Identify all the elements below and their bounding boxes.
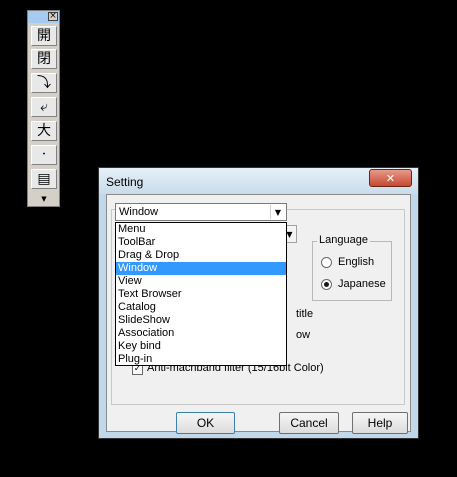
list-item-selected[interactable]: Window (116, 262, 286, 275)
setting-dialog: Setting ✕ Window ▼ ▼ Menu ToolBar Drag &… (98, 167, 419, 439)
language-legend: Language (317, 234, 370, 246)
enlarge-icon[interactable]: 大 (31, 121, 57, 141)
list-item[interactable]: ToolBar (116, 236, 286, 249)
list-item[interactable]: Text Browser (116, 288, 286, 301)
list-item[interactable]: Menu (116, 223, 286, 236)
category-dropdown-list: Menu ToolBar Drag & Drop Window View Tex… (115, 222, 287, 366)
radio-japanese[interactable]: Japanese (321, 278, 386, 290)
chevron-down-icon[interactable]: ▼ (270, 205, 285, 219)
option-title-text: title (296, 308, 314, 320)
small-icon[interactable]: ・ (31, 145, 57, 165)
radio-english-label: English (338, 256, 375, 268)
combo-value: Window (119, 206, 159, 218)
list-item[interactable]: Catalog (116, 301, 286, 314)
undo-icon[interactable]: ⤶ (31, 97, 57, 117)
list-item[interactable]: Key bind (116, 340, 286, 353)
list-item[interactable]: SlideShow (116, 314, 286, 327)
radio-checked-icon[interactable] (321, 278, 332, 290)
dialog-titlebar[interactable]: Setting ✕ (99, 168, 418, 194)
toolbar-more-icon[interactable]: ▼ (31, 193, 57, 204)
close-icon[interactable]: ✕ (369, 169, 412, 187)
list-item[interactable]: Association (116, 327, 286, 340)
language-group: Language English Japanese (312, 234, 392, 301)
document-icon[interactable]: ▤ (31, 169, 57, 189)
toolbar-close-icon[interactable]: × (48, 12, 58, 21)
category-combobox[interactable]: Window ▼ (115, 203, 287, 221)
list-item[interactable]: Plug-in (116, 353, 286, 366)
option-ow-text: ow (296, 329, 311, 341)
toolbar-titlebar[interactable]: × (28, 11, 59, 23)
radio-japanese-label: Japanese (338, 278, 386, 290)
help-button[interactable]: Help (352, 412, 408, 434)
dialog-client-area: Window ▼ ▼ Menu ToolBar Drag & Drop Wind… (106, 194, 411, 434)
radio-icon[interactable] (321, 256, 332, 268)
cancel-button[interactable]: Cancel (279, 412, 339, 434)
open-file-icon[interactable]: 開 (31, 26, 57, 46)
radio-english[interactable]: English (321, 256, 374, 268)
list-item[interactable]: View (116, 275, 286, 288)
floating-toolbar: × 開 閉 ⤵ ⤶ 大 ・ ▤ ▼ (27, 10, 60, 207)
ok-button[interactable]: OK (176, 412, 235, 434)
redo-icon[interactable]: ⤵ (31, 73, 57, 93)
dialog-title: Setting (106, 175, 144, 189)
list-item[interactable]: Drag & Drop (116, 249, 286, 262)
close-file-icon[interactable]: 閉 (31, 49, 57, 69)
